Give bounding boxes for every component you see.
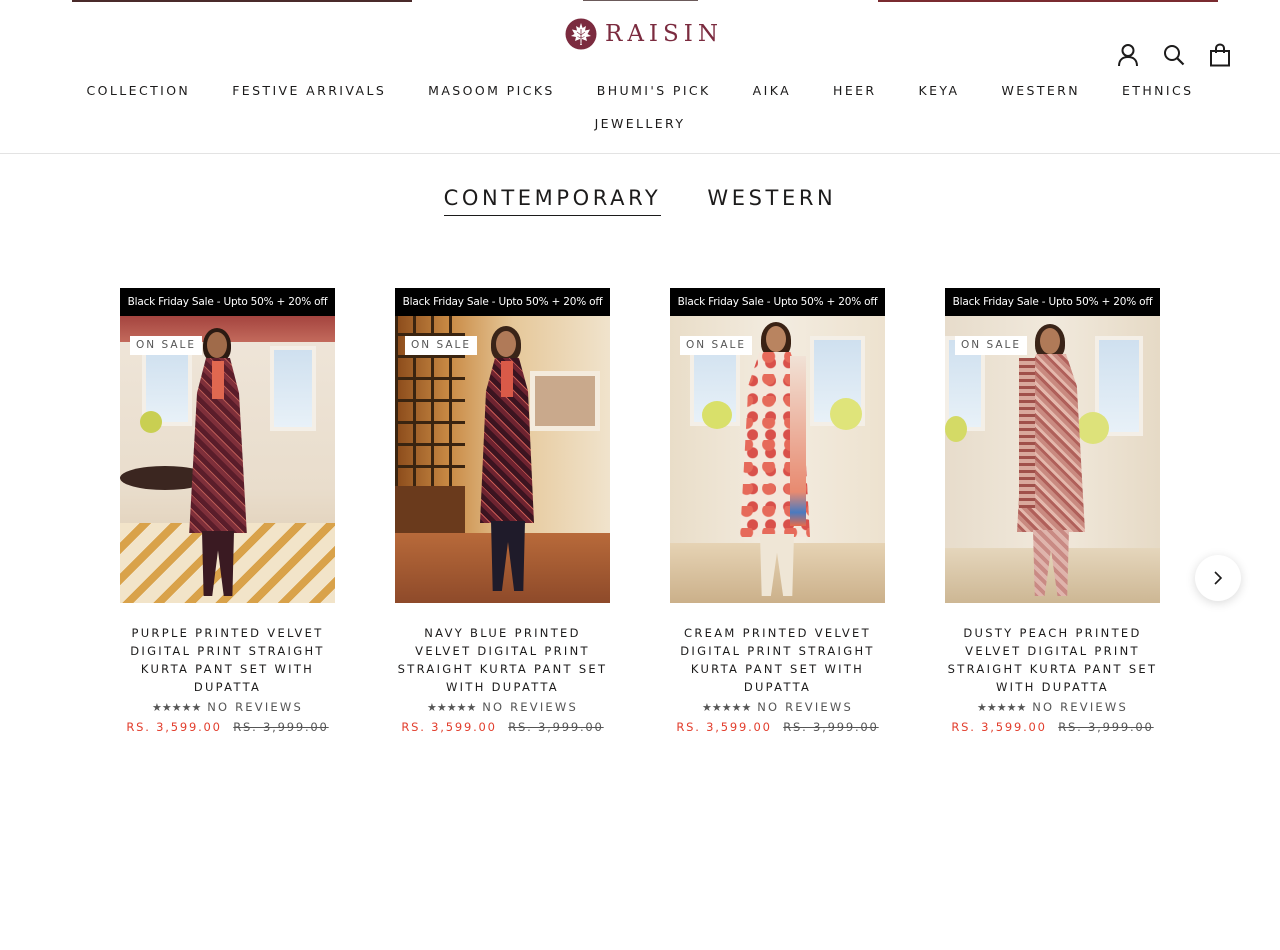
product-prices: RS. 3,599.00 RS. 3,999.00 (395, 720, 610, 734)
nav-item-keya[interactable]: KEYA (898, 83, 981, 99)
product-image[interactable]: ON SALE (945, 316, 1160, 603)
on-sale-badge: ON SALE (955, 336, 1027, 355)
promo-banner: Black Friday Sale - Upto 50% + 20% off (120, 288, 335, 316)
compare-at-price: RS. 3,999.00 (508, 720, 604, 734)
product-card[interactable]: Black Friday Sale - Upto 50% + 20% off O… (670, 288, 885, 734)
product-image[interactable]: ON SALE (120, 316, 335, 603)
nav-row-primary: COLLECTION FESTIVE ARRIVALS MASOOM PICKS… (0, 83, 1280, 99)
product-image[interactable]: ON SALE (395, 316, 610, 603)
product-title[interactable]: NAVY BLUE PRINTED VELVET DIGITAL PRINT S… (395, 624, 610, 696)
nav-item-ethnics[interactable]: ETHNICS (1101, 83, 1214, 99)
compare-at-price: RS. 3,999.00 (783, 720, 879, 734)
product-prices: RS. 3,599.00 RS. 3,999.00 (670, 720, 885, 734)
maple-leaf-logo-icon (565, 18, 597, 50)
brand-logo[interactable]: RAISIN (565, 18, 723, 50)
on-sale-badge: ON SALE (130, 336, 202, 355)
nav-item-heer[interactable]: HEER (812, 83, 897, 99)
tab-contemporary[interactable]: CONTEMPORARY (443, 186, 662, 216)
product-image[interactable]: ON SALE (670, 316, 885, 603)
cart-icon[interactable] (1208, 42, 1232, 68)
product-carousel: Black Friday Sale - Upto 50% + 20% off O… (120, 288, 1160, 748)
carousel-next-button[interactable] (1195, 555, 1241, 601)
product-photo (395, 316, 610, 603)
product-title[interactable]: PURPLE PRINTED VELVET DIGITAL PRINT STRA… (120, 624, 335, 696)
product-rating: ★★★★★ NO REVIEWS (120, 700, 335, 714)
nav-item-bhumis-pick[interactable]: BHUMI'S PICK (576, 83, 732, 99)
sale-price: RS. 3,599.00 (676, 720, 772, 734)
header-actions (1116, 42, 1232, 68)
nav-item-western[interactable]: WESTERN (980, 83, 1101, 99)
product-card[interactable]: Black Friday Sale - Upto 50% + 20% off O… (945, 288, 1160, 734)
product-card[interactable]: Black Friday Sale - Upto 50% + 20% off O… (120, 288, 335, 734)
rating-stars-icon: ★★★★★ (977, 701, 1027, 714)
nav-item-jewellery[interactable]: JEWELLERY (574, 116, 707, 132)
promo-banner: Black Friday Sale - Upto 50% + 20% off (670, 288, 885, 316)
nav-item-festive-arrivals[interactable]: FESTIVE ARRIVALS (211, 83, 407, 99)
nav-item-collection[interactable]: COLLECTION (66, 83, 212, 99)
on-sale-badge: ON SALE (680, 336, 752, 355)
nav-item-aika[interactable]: AIKA (732, 83, 812, 99)
brand-name: RAISIN (605, 21, 723, 47)
sale-price: RS. 3,599.00 (951, 720, 1047, 734)
product-photo (120, 316, 335, 603)
rating-stars-icon: ★★★★★ (702, 701, 752, 714)
sale-price: RS. 3,599.00 (401, 720, 497, 734)
site-header: RAISIN COLLECTION FESTIVE ARRIVALS MASOO… (0, 0, 1280, 154)
product-photo (670, 316, 885, 603)
product-photo (945, 316, 1160, 603)
product-card[interactable]: Black Friday Sale - Upto 50% + 20% off O… (395, 288, 610, 734)
review-count: NO REVIEWS (207, 700, 303, 714)
collection-tabs: CONTEMPORARY WESTERN (0, 186, 1280, 216)
compare-at-price: RS. 3,999.00 (233, 720, 329, 734)
product-prices: RS. 3,599.00 RS. 3,999.00 (120, 720, 335, 734)
tab-western[interactable]: WESTERN (707, 186, 836, 216)
main-navigation: COLLECTION FESTIVE ARRIVALS MASOOM PICKS… (0, 83, 1280, 132)
rating-stars-icon: ★★★★★ (427, 701, 477, 714)
sale-price: RS. 3,599.00 (126, 720, 222, 734)
on-sale-badge: ON SALE (405, 336, 477, 355)
compare-at-price: RS. 3,999.00 (1058, 720, 1154, 734)
chevron-right-icon (1214, 571, 1223, 585)
product-rating: ★★★★★ NO REVIEWS (395, 700, 610, 714)
review-count: NO REVIEWS (1032, 700, 1128, 714)
product-title[interactable]: DUSTY PEACH PRINTED VELVET DIGITAL PRINT… (945, 624, 1160, 696)
search-icon[interactable] (1162, 42, 1186, 68)
promo-banner: Black Friday Sale - Upto 50% + 20% off (945, 288, 1160, 316)
product-prices: RS. 3,599.00 RS. 3,999.00 (945, 720, 1160, 734)
product-rating: ★★★★★ NO REVIEWS (945, 700, 1160, 714)
rating-stars-icon: ★★★★★ (152, 701, 202, 714)
product-title[interactable]: CREAM PRINTED VELVET DIGITAL PRINT STRAI… (670, 624, 885, 696)
promo-banner: Black Friday Sale - Upto 50% + 20% off (395, 288, 610, 316)
account-icon[interactable] (1116, 42, 1140, 68)
nav-row-secondary: JEWELLERY (0, 116, 1280, 132)
review-count: NO REVIEWS (482, 700, 578, 714)
nav-item-masoom-picks[interactable]: MASOOM PICKS (407, 83, 576, 99)
review-count: NO REVIEWS (757, 700, 853, 714)
product-rating: ★★★★★ NO REVIEWS (670, 700, 885, 714)
